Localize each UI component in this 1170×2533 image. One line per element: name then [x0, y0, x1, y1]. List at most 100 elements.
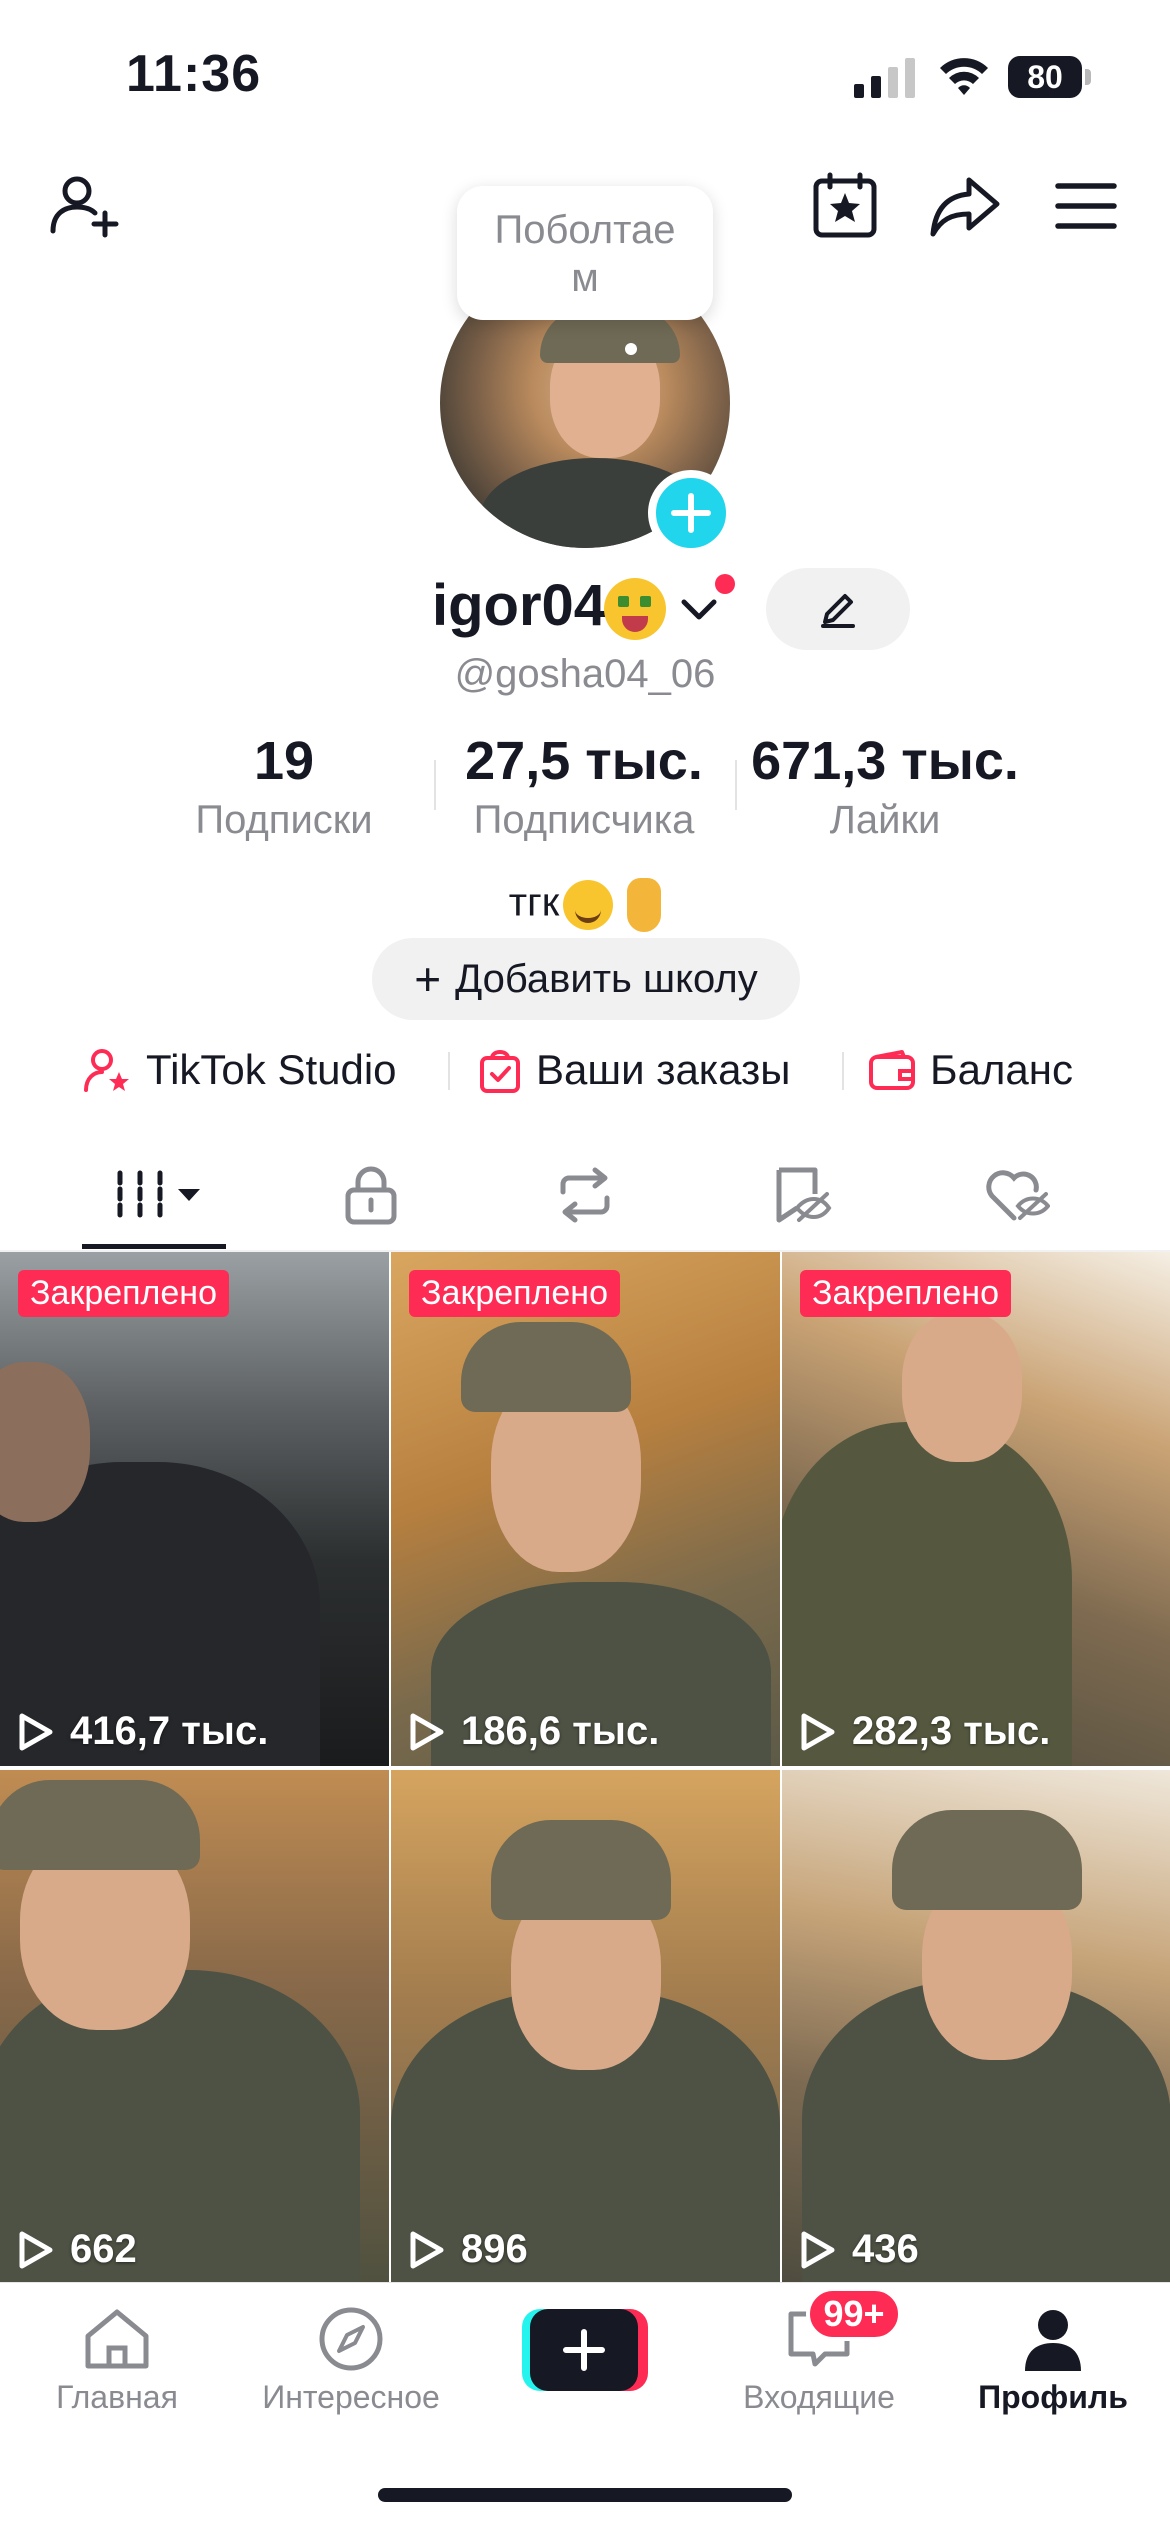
view-count-value: 282,3 тыс. [852, 1709, 1051, 1753]
video-thumbnail[interactable]: 662 [0, 1770, 389, 2284]
tab-videos[interactable] [40, 1150, 274, 1240]
active-tab-indicator [82, 1244, 226, 1249]
view-count-value: 436 [852, 2227, 919, 2271]
note-bubble[interactable]: Поболтае м [457, 186, 713, 320]
play-icon [19, 1713, 53, 1750]
pinned-badge: Закреплено [18, 1270, 229, 1317]
stat-followers-label: Подписчика [473, 798, 695, 842]
favorites-bookmark-icon [776, 1167, 832, 1223]
view-count: 186,6 тыс. [409, 1709, 659, 1754]
bio-text: тгк [508, 880, 560, 925]
view-count: 662 [18, 2227, 137, 2272]
tab-favorites[interactable] [685, 1150, 919, 1240]
view-count-value: 896 [461, 2227, 528, 2271]
stat-likes-number: 671,3 тыс. [751, 731, 1019, 791]
nav-profile-label: Профиль [978, 2379, 1128, 2415]
pencil-icon [821, 594, 855, 628]
stat-following-label: Подписки [195, 798, 373, 842]
tab-private[interactable] [254, 1150, 488, 1240]
money-face-emoji-icon [604, 578, 666, 640]
account-switch-chevron-icon[interactable] [680, 596, 718, 624]
create-video-button[interactable] [522, 2309, 648, 2391]
stat-following-number: 19 [253, 731, 315, 791]
view-count: 416,7 тыс. [18, 1709, 268, 1754]
share-profile-button[interactable] [925, 166, 1005, 246]
tab-liked[interactable] [900, 1150, 1134, 1240]
stat-followers[interactable]: 27,5 тыс. Подписчика [434, 730, 734, 843]
nav-profile[interactable]: Профиль [936, 2299, 1170, 2416]
link-divider [448, 1052, 450, 1090]
plus-icon [563, 2329, 605, 2371]
pointing-down-emoji-icon [627, 878, 662, 932]
nav-home-label: Главная [56, 2379, 178, 2415]
view-count: 896 [409, 2227, 528, 2272]
tiktok-studio-link[interactable]: TikTok Studio [84, 1040, 397, 1100]
add-friend-button[interactable] [44, 166, 124, 246]
video-thumbnail[interactable]: Закреплено 282,3 тыс. [782, 1252, 1170, 1766]
note-bubble-tail [625, 343, 637, 355]
calendar-star-icon [813, 172, 877, 238]
calendar-star-button[interactable] [805, 166, 885, 246]
profile-name: igor04 [432, 573, 607, 638]
nav-home[interactable]: Главная [0, 2299, 234, 2416]
lock-icon [345, 1166, 397, 1225]
nav-inbox-label: Входящие [743, 2379, 895, 2415]
cellular-signal-icon [854, 58, 915, 98]
wallet-icon [869, 1050, 915, 1090]
orders-label: Ваши заказы [536, 1046, 791, 1093]
tiktok-studio-label: TikTok Studio [146, 1046, 397, 1093]
play-icon [19, 2231, 53, 2268]
pinned-badge: Закреплено [800, 1270, 1011, 1317]
stat-likes-label: Лайки [829, 798, 941, 842]
play-icon [410, 1713, 444, 1750]
battery-level: 80 [1008, 56, 1082, 98]
battery-indicator: 80 [1008, 56, 1092, 98]
repost-icon [560, 1167, 610, 1223]
add-story-button[interactable] [648, 470, 734, 556]
nav-discover-label: Интересное [262, 2379, 440, 2415]
profile-person-icon [1025, 2310, 1081, 2371]
note-line-2: м [571, 256, 599, 300]
link-divider [842, 1052, 844, 1090]
note-line-1: Поболтае [494, 208, 676, 252]
view-count-value: 416,7 тыс. [70, 1709, 269, 1753]
balance-label: Баланс [930, 1046, 1073, 1093]
edit-profile-button[interactable] [766, 568, 910, 650]
liked-heart-icon [986, 1170, 1050, 1221]
winking-face-emoji-icon [563, 880, 614, 930]
play-icon [410, 2231, 444, 2268]
plus-icon: + [414, 953, 442, 1005]
view-count-value: 186,6 тыс. [461, 1709, 660, 1753]
studio-person-star-icon [84, 1049, 129, 1092]
tab-reposts[interactable] [468, 1150, 702, 1240]
hamburger-menu-icon [1055, 183, 1117, 229]
battery-tip [1085, 69, 1091, 85]
wifi-icon [940, 58, 988, 95]
stat-likes[interactable]: 671,3 тыс. Лайки [735, 730, 1035, 843]
share-arrow-icon [930, 177, 1000, 237]
orders-link[interactable]: Ваши заказы [478, 1040, 790, 1100]
home-indicator [378, 2488, 792, 2502]
play-icon [801, 2231, 835, 2268]
stat-following[interactable]: 19 Подписки [134, 730, 434, 843]
profile-bio: тгк [0, 878, 1170, 932]
view-count-value: 662 [70, 2227, 137, 2271]
pinned-badge: Закреплено [409, 1270, 620, 1317]
video-thumbnail[interactable]: Закреплено 186,6 тыс. [391, 1252, 780, 1766]
plus-icon [671, 493, 711, 533]
notification-dot [715, 574, 735, 594]
status-time: 11:36 [126, 45, 262, 103]
nav-discover[interactable]: Интересное [234, 2299, 468, 2416]
video-thumbnail[interactable]: 436 [782, 1770, 1170, 2284]
video-thumbnail[interactable]: Закреплено 416,7 тыс. [0, 1252, 389, 1766]
play-icon [801, 1713, 835, 1750]
orders-bag-icon [480, 1050, 520, 1093]
profile-handle: @gosha04_06 [454, 652, 716, 696]
video-thumbnail[interactable]: 896 [391, 1770, 780, 2284]
compass-icon [319, 2307, 383, 2371]
add-school-button[interactable]: + Добавить школу [372, 938, 800, 1020]
view-count: 282,3 тыс. [800, 1709, 1050, 1754]
inbox-unread-badge: 99+ [806, 2287, 902, 2341]
balance-link[interactable]: Баланс [868, 1040, 1073, 1100]
menu-button[interactable] [1046, 166, 1126, 246]
